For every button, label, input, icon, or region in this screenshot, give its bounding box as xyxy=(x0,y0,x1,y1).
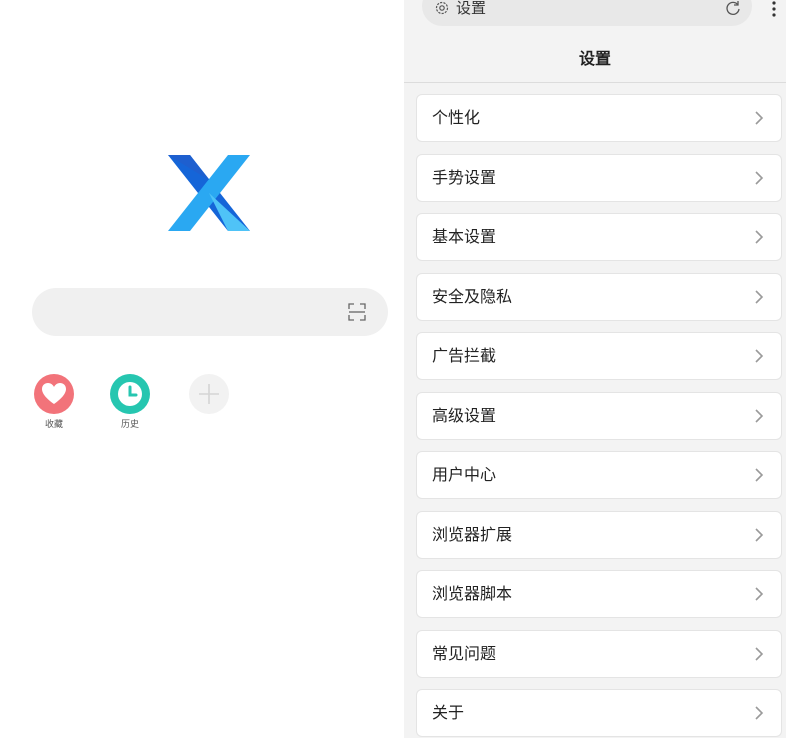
chevron-right-icon xyxy=(755,468,764,482)
settings-item-extensions[interactable]: 浏览器扩展 xyxy=(417,512,781,558)
chevron-right-icon xyxy=(755,409,764,423)
settings-item-label: 用户中心 xyxy=(432,465,497,484)
settings-item-advanced[interactable]: 高级设置 xyxy=(417,393,781,439)
chevron-right-icon xyxy=(755,587,764,601)
heart-icon xyxy=(42,383,66,404)
shortcut-history[interactable]: 历史 xyxy=(108,374,152,431)
settings-item-label: 个性化 xyxy=(432,108,481,127)
favorites-circle xyxy=(34,374,74,414)
settings-item-label: 广告拦截 xyxy=(432,346,497,365)
settings-item-label: 安全及隐私 xyxy=(432,287,513,306)
shortcut-add[interactable] xyxy=(187,374,231,414)
chevron-right-icon xyxy=(755,647,764,661)
chevron-right-icon xyxy=(755,528,764,542)
settings-item-label: 常见问题 xyxy=(432,644,497,663)
settings-item-label: 浏览器脚本 xyxy=(432,584,513,603)
chevron-right-icon xyxy=(755,171,764,185)
shortcut-label-history: 历史 xyxy=(120,420,139,430)
address-bar[interactable]: 设置 xyxy=(422,0,752,26)
settings-item-scripts[interactable]: 浏览器脚本 xyxy=(417,571,781,617)
settings-item-adblock[interactable]: 广告拦截 xyxy=(417,333,781,379)
settings-item-label: 浏览器扩展 xyxy=(432,525,513,544)
settings-item-faq[interactable]: 常见问题 xyxy=(417,631,781,677)
chevron-right-icon xyxy=(755,290,764,304)
more-menu-icon[interactable] xyxy=(768,0,780,20)
shortcut-label-favorites: 收藏 xyxy=(44,420,63,430)
settings-item-personalize[interactable]: 个性化 xyxy=(417,95,781,141)
settings-item-label: 手势设置 xyxy=(432,168,497,187)
title-divider xyxy=(404,82,786,83)
settings-panel: 设置 设置 个性化 手势设置 基本设置 安全及隐私 广告拦截 高级设置 用户中心 xyxy=(404,0,786,738)
settings-item-basic[interactable]: 基本设置 xyxy=(417,214,781,260)
settings-item-user-center[interactable]: 用户中心 xyxy=(417,452,781,498)
settings-item-label: 基本设置 xyxy=(432,227,497,246)
clock-icon xyxy=(118,382,142,406)
chevron-right-icon xyxy=(755,349,764,363)
settings-item-about[interactable]: 关于 xyxy=(417,690,781,736)
settings-item-label: 高级设置 xyxy=(432,406,497,425)
page-title: 设置 xyxy=(578,49,611,68)
settings-item-privacy[interactable]: 安全及隐私 xyxy=(417,274,781,320)
chevron-right-icon xyxy=(755,230,764,244)
address-bar-title: 设置 xyxy=(456,0,487,17)
shortcut-favorites[interactable]: 收藏 xyxy=(32,374,76,431)
settings-item-gestures[interactable]: 手势设置 xyxy=(417,155,781,201)
chevron-right-icon xyxy=(755,706,764,720)
scan-icon[interactable] xyxy=(348,303,366,321)
refresh-icon[interactable] xyxy=(724,0,742,17)
settings-item-label: 关于 xyxy=(432,703,465,722)
add-circle xyxy=(189,374,229,414)
chevron-right-icon xyxy=(755,111,764,125)
x-logo xyxy=(168,155,250,231)
history-circle xyxy=(110,374,150,414)
gear-icon xyxy=(435,1,449,15)
plus-icon xyxy=(199,384,219,404)
browser-home: 收藏 历史 xyxy=(0,0,404,738)
search-input[interactable] xyxy=(32,288,388,336)
